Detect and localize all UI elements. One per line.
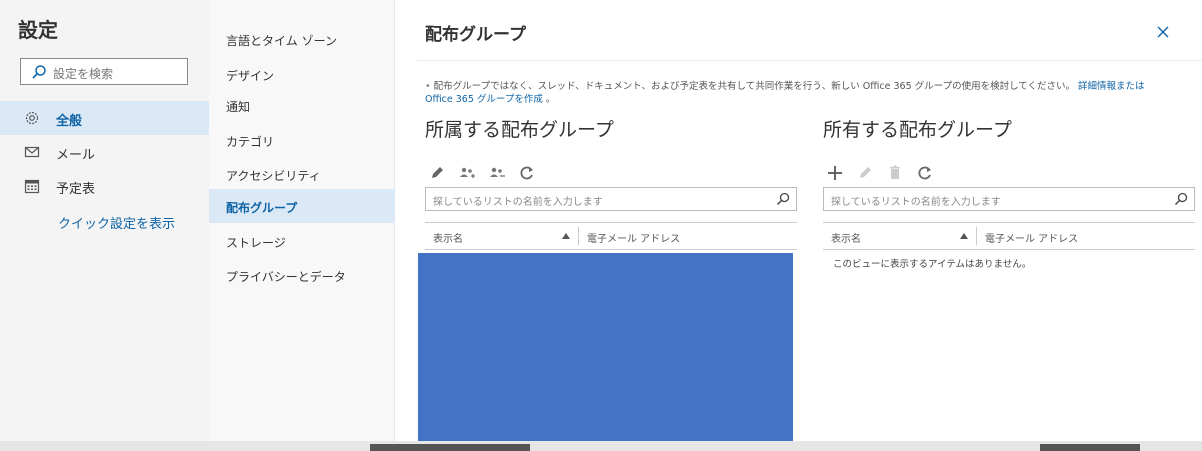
column-separator — [578, 227, 579, 245]
search-placeholder: 設定を検索 — [53, 67, 114, 81]
subnav-item-appearance[interactable]: デザイン — [209, 57, 395, 91]
settings-title: 設定 — [18, 18, 58, 42]
sort-ascending-icon[interactable] — [562, 233, 570, 239]
column-header-display-name[interactable]: 表示名 — [433, 230, 463, 245]
edit-icon[interactable] — [427, 163, 447, 183]
search-icon[interactable] — [1174, 192, 1188, 206]
create-office365-group-link[interactable]: Office 365 グループを作成 — [425, 94, 543, 105]
join-group-icon[interactable] — [457, 163, 477, 183]
sort-ascending-icon[interactable] — [960, 233, 968, 239]
edit-icon — [860, 167, 871, 178]
nav-item-label: 全般 — [56, 114, 83, 129]
settings-search-input[interactable]: 設定を検索 — [20, 58, 188, 85]
strip-segment — [1040, 444, 1140, 451]
header-divider — [417, 60, 1202, 61]
member-groups-search-input[interactable]: 探しているリストの名前を入力します — [425, 187, 797, 211]
subnav-item-label: アクセシビリティ — [226, 169, 321, 183]
owned-groups-search-input[interactable]: 探しているリストの名前を入力します — [823, 187, 1195, 211]
delete-icon — [890, 165, 900, 179]
calendar-icon — [24, 179, 40, 194]
subnav-item-categories[interactable]: カテゴリ — [209, 123, 395, 157]
notice-end: 。 — [545, 94, 556, 105]
leave-group-icon[interactable] — [487, 163, 507, 183]
subnav-item-storage[interactable]: ストレージ — [209, 224, 395, 258]
column-header-email[interactable]: 電子メール アドレス — [985, 230, 1078, 245]
subnav-item-label: 言語とタイム ゾーン — [226, 34, 337, 48]
gear-icon — [25, 111, 39, 125]
owned-groups-section: 所有する配布グループ 探しているリストの名前を入力します 表示名 電子メール ア… — [823, 115, 1195, 270]
owned-groups-list-header: 表示名 電子メール アドレス — [823, 222, 1195, 250]
show-quick-settings-link[interactable]: クイック設定を表示 — [58, 213, 175, 232]
member-groups-list-header: 表示名 電子メール アドレス — [425, 222, 797, 250]
learn-more-link[interactable]: 詳細情報または — [1078, 81, 1145, 92]
refresh-icon[interactable] — [915, 163, 935, 183]
settings-nav-pane: 設定 設定を検索 全般 メール 予定表 クイック設定を表示 — [0, 0, 209, 441]
subnav-item-language-timezone[interactable]: 言語とタイム ゾーン — [209, 22, 395, 56]
subnav-item-label: プライバシーとデータ — [226, 270, 346, 284]
nav-item-calendar[interactable]: 予定表 — [0, 169, 209, 203]
search-placeholder: 探しているリストの名前を入力します — [831, 197, 1001, 208]
page-title: 配布グループ — [425, 25, 526, 45]
bottom-edge-strip — [0, 441, 1202, 451]
owned-groups-title: 所有する配布グループ — [823, 119, 1012, 141]
mail-icon — [24, 146, 40, 158]
nav-item-general[interactable]: 全般 — [0, 101, 209, 135]
distribution-groups-panel: 配布グループ • 配布グループではなく、スレッド、ドキュメント、および予定表を共… — [395, 0, 1202, 441]
refresh-icon[interactable] — [517, 163, 537, 183]
subnav-item-label: デザイン — [226, 69, 275, 83]
member-groups-title: 所属する配布グループ — [425, 119, 614, 141]
notice-text: 配布グループではなく、スレッド、ドキュメント、および予定表を共有して共同作業を行… — [433, 81, 1075, 92]
subnav-item-label: ストレージ — [226, 236, 286, 250]
subnav-item-label: カテゴリ — [226, 135, 275, 149]
general-subnav-pane: 言語とタイム ゾーン デザイン 通知 カテゴリ アクセシビリティ 配布グループ … — [209, 0, 395, 441]
search-icon — [32, 65, 46, 79]
nav-item-label: メール — [56, 148, 96, 163]
column-header-display-name[interactable]: 表示名 — [831, 230, 861, 245]
add-icon[interactable] — [825, 163, 845, 183]
member-groups-section: 所属する配布グループ 探しているリストの名前を入力します 表示名 電子メール ア… — [425, 115, 797, 250]
search-icon[interactable] — [776, 192, 790, 206]
subnav-item-accessibility[interactable]: アクセシビリティ — [209, 157, 395, 191]
strip-segment — [370, 444, 530, 451]
subnav-item-label: 通知 — [226, 100, 251, 114]
nav-item-label: 予定表 — [56, 182, 96, 197]
subnav-item-privacy-data[interactable]: プライバシーとデータ — [209, 258, 395, 292]
office365-groups-notice: • 配布グループではなく、スレッド、ドキュメント、および予定表を共有して共同作業… — [425, 80, 1185, 106]
empty-list-message: このビューに表示するアイテムはありません。 — [833, 259, 1032, 270]
subnav-item-label: 配布グループ — [226, 201, 298, 215]
subnav-item-notifications[interactable]: 通知 — [209, 88, 395, 122]
subnav-item-distribution-groups[interactable]: 配布グループ — [209, 189, 395, 223]
notice-bullet: • — [425, 81, 431, 92]
nav-item-mail[interactable]: メール — [0, 135, 209, 169]
redaction-block — [418, 253, 793, 441]
close-icon[interactable] — [1153, 22, 1173, 42]
column-header-email[interactable]: 電子メール アドレス — [587, 230, 680, 245]
column-separator — [976, 227, 977, 245]
search-placeholder: 探しているリストの名前を入力します — [433, 197, 603, 208]
